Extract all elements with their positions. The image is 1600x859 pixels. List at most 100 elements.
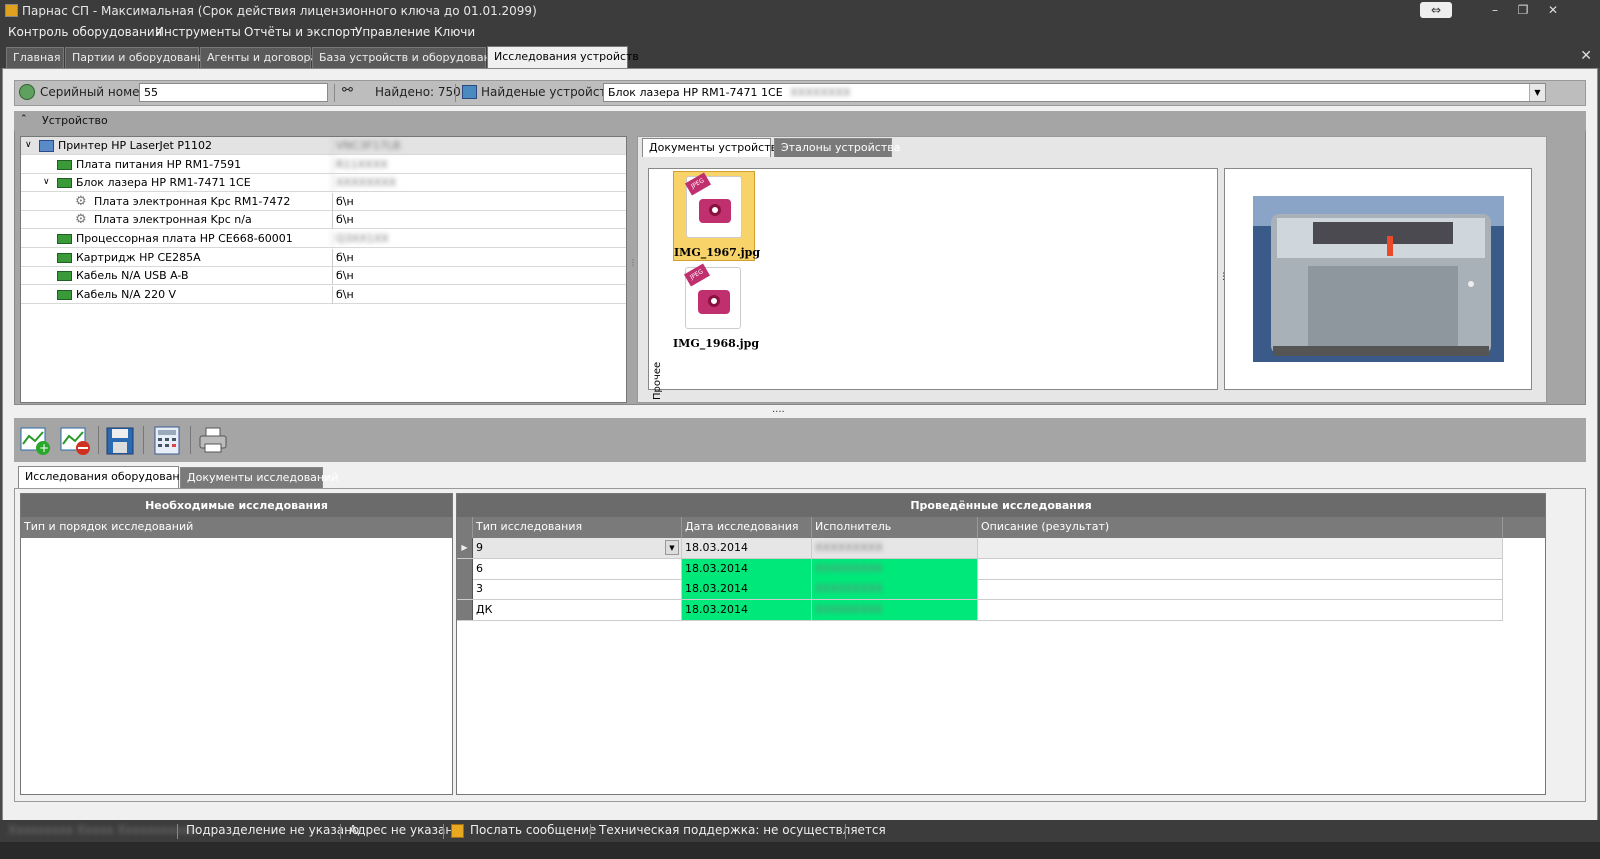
found-devices-value: Блок лазера HP RM1-7471 1CE — [608, 86, 783, 99]
grid-cell[interactable] — [978, 579, 1503, 600]
binoculars-icon[interactable]: ⚯ — [342, 83, 358, 99]
add-study-button[interactable]: + — [18, 424, 52, 456]
menu-equipment-control[interactable]: Контроль оборудования — [8, 25, 162, 39]
expand-icon[interactable]: ∨ — [25, 137, 32, 154]
row-selector[interactable]: ▶ — [457, 538, 473, 558]
tab-device-base[interactable]: База устройств и оборудования — [312, 47, 505, 68]
menu-management[interactable]: Управление — [355, 25, 430, 39]
printer-photo — [1253, 196, 1504, 362]
tree-node-serial: XXXXXXXX — [332, 174, 626, 193]
current-user: Xxxxxxxxx Xxxxx Xxxxxxxxxxx — [8, 823, 197, 837]
remove-study-button[interactable] — [58, 424, 92, 456]
chevron-down-icon[interactable]: ▼ — [1529, 84, 1545, 101]
grid-cell[interactable]: XXXXXXXXX — [812, 558, 978, 579]
grid-cell[interactable]: 3 — [473, 579, 682, 600]
menu-reports[interactable]: Отчёты и экспорт — [244, 25, 357, 39]
device-panel-header[interactable]: ⌃ Устройство — [14, 111, 1586, 131]
separator — [340, 824, 341, 839]
collapse-icon[interactable]: ⌃ — [20, 114, 28, 124]
tab-device-documents[interactable]: Документы устройства — [642, 138, 784, 157]
grid-cell[interactable] — [978, 558, 1503, 579]
minimize-button[interactable]: – — [1480, 0, 1510, 20]
save-button[interactable] — [103, 424, 137, 456]
splitter-handle[interactable]: ⋮ — [629, 258, 637, 278]
cell-executor: XXXXXXXXX — [815, 561, 883, 575]
grid-cell[interactable]: ДК — [473, 599, 682, 620]
cell-type: ДК — [476, 602, 493, 616]
grid-cell[interactable]: 18.03.2014 — [682, 599, 812, 620]
expand-icon[interactable]: ∨ — [43, 174, 50, 191]
document-item[interactable]: JPEG IMG_1967.jpg — [673, 171, 760, 261]
grid-cell[interactable] — [978, 538, 1503, 558]
table-row[interactable]: ДК 18.03.2014 XXXXXXXXX — [457, 599, 1503, 621]
separator — [590, 824, 591, 839]
tab-agents[interactable]: Агенты и договора — [200, 47, 317, 68]
grid-cell[interactable]: XXXXXXXXX — [812, 579, 978, 600]
found-devices-select[interactable]: Блок лазера HP RM1-7471 1CE XXXXXXXX — [603, 83, 1546, 102]
cell-type: 6 — [476, 561, 483, 575]
grid-cell[interactable]: 6 — [473, 558, 682, 579]
done-studies-grid[interactable]: Проведённые исследования Тип исследовани… — [456, 493, 1546, 795]
table-row[interactable]: 6 18.03.2014 XXXXXXXXX — [457, 558, 1503, 580]
close-tab-icon[interactable]: ✕ — [1580, 48, 1592, 64]
row-header-column — [457, 517, 473, 538]
column-description[interactable]: Описание (результат) — [978, 517, 1503, 538]
tree-node[interactable]: ∨ Принтер HP LaserJet P1102 VNC3F17LB — [21, 137, 626, 155]
tree-node[interactable]: ∨ Блок лазера HP RM1-7471 1CE XXXXXXXX — [21, 174, 626, 193]
menu-tools[interactable]: Инструменты — [155, 25, 241, 39]
column-study-type[interactable]: Тип исследования — [473, 517, 682, 538]
device-tree[interactable]: ∨ Принтер HP LaserJet P1102 VNC3F17LB Плата… — [20, 136, 627, 403]
grid-cell[interactable]: XXXXXXXXX — [812, 538, 978, 558]
table-row[interactable]: 3 18.03.2014 XXXXXXXXX — [457, 579, 1503, 601]
column-study-type-order[interactable]: Тип и порядок исследований — [21, 517, 452, 538]
maximize-button[interactable]: ❐ — [1508, 0, 1538, 20]
grid-cell[interactable]: 18.03.2014 — [682, 538, 812, 558]
print-button[interactable] — [196, 424, 230, 456]
row-selector[interactable] — [457, 579, 473, 600]
tree-node-name: Плата питания HP RM1-7591 — [76, 157, 242, 171]
tree-node[interactable]: Процессорная плата HP CE668-60001 Q3XX1XX — [21, 230, 626, 248]
send-message-link[interactable]: Послать сообщение — [470, 823, 596, 837]
title-bar: Парнас СП - Максимальная (Срок действия … — [0, 0, 1600, 22]
restore-size-button[interactable]: ⇔ — [1420, 2, 1452, 18]
tab-study-documents[interactable]: Документы исследований — [180, 467, 338, 488]
tab-batches[interactable]: Партии и оборудование — [65, 47, 211, 68]
tree-node[interactable]: ⚙ Плата электронная Kpc n/a б\н — [21, 211, 626, 230]
table-row[interactable]: ▶ 9 ▼ 18.03.2014 XXXXXXXXX — [457, 538, 1503, 559]
grid-cell[interactable]: 9 ▼ — [473, 538, 682, 558]
tab-device-studies[interactable]: Исследования устройств — [487, 46, 639, 68]
tab-equipment-studies[interactable]: Исследования оборудования — [18, 466, 193, 488]
row-selector[interactable] — [457, 599, 473, 620]
column-executor[interactable]: Исполнитель — [812, 517, 978, 538]
grid-cell[interactable]: 18.03.2014 — [682, 558, 812, 579]
tab-main[interactable]: Главная — [6, 47, 64, 68]
tree-node[interactable]: Картридж HP CE285A б\н — [21, 248, 626, 267]
tree-node[interactable]: ⚙ Плата электронная Kpc RM1-7472 б\н — [21, 192, 626, 211]
vertical-splitter[interactable]: ···· — [772, 407, 785, 418]
tree-node[interactable]: Плата питания HP RM1-7591 R11XXXX — [21, 155, 626, 174]
cell-date: 18.03.2014 — [685, 561, 748, 575]
address-status: Адрес не указан — [349, 823, 454, 837]
grid-cell[interactable]: XXXXXXXXX — [812, 599, 978, 620]
gear-icon: ⚙ — [75, 193, 87, 209]
tree-node[interactable]: Кабель N/A 220 V б\н — [21, 285, 626, 304]
cell-date: 18.03.2014 — [685, 602, 748, 616]
required-studies-grid[interactable]: Необходимые исследования Тип и порядок и… — [20, 493, 453, 795]
row-selector[interactable] — [457, 558, 473, 579]
document-item[interactable]: JPEG IMG_1968.jpg — [673, 263, 759, 353]
tree-node-name: Процессорная плата HP CE668-60001 — [76, 232, 293, 245]
serial-input[interactable]: 55 — [139, 83, 328, 102]
tree-node[interactable]: Кабель N/A USB A-B б\н — [21, 267, 626, 286]
grid-cell[interactable]: 18.03.2014 — [682, 579, 812, 600]
calculator-button[interactable] — [150, 424, 184, 456]
cell-executor: XXXXXXXXX — [815, 602, 883, 616]
tab-device-standards[interactable]: Эталоны устройства — [774, 138, 900, 157]
menu-bar: Контроль оборудования Инструменты Отчёты… — [0, 22, 1600, 44]
splitter-handle[interactable]: ⋮ — [1219, 272, 1228, 288]
column-study-date[interactable]: Дата исследования — [682, 517, 812, 538]
done-studies-title: Проведённые исследования — [457, 494, 1545, 517]
menu-keys[interactable]: Ключи — [434, 25, 475, 39]
chevron-down-icon[interactable]: ▼ — [665, 540, 679, 555]
close-window-button[interactable]: ✕ — [1538, 0, 1568, 20]
grid-cell[interactable] — [978, 599, 1503, 620]
